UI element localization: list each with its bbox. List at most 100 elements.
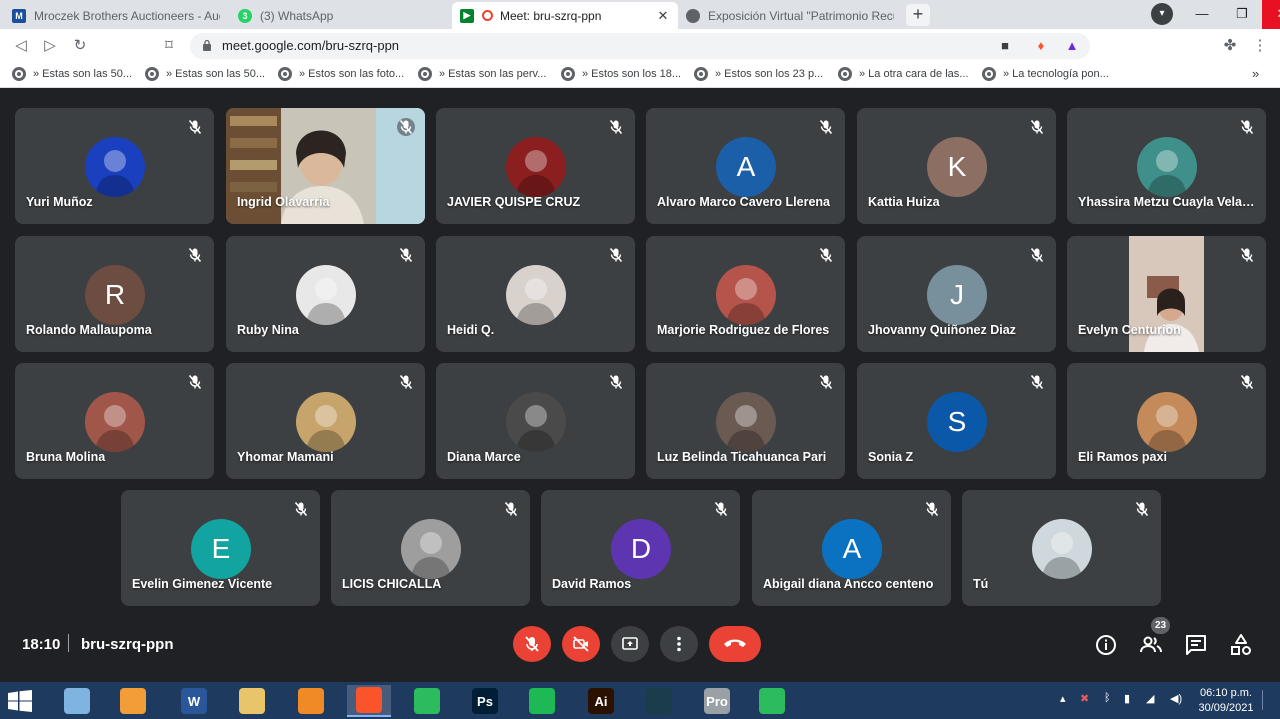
- chat-icon[interactable]: [1184, 633, 1208, 657]
- participant-tile[interactable]: Marjorie Rodriguez de Flores: [646, 236, 845, 352]
- bookmarks-bar: » Estas son las 50... » Estas son las 50…: [0, 62, 1280, 88]
- bookmark-item[interactable]: » La otra cara de las...: [838, 67, 968, 81]
- minimize-icon[interactable]: —: [1182, 0, 1222, 29]
- tab-exposicion[interactable]: Exposición Virtual "Patrimonio Recuperad…: [678, 2, 902, 29]
- present-screen-button[interactable]: [611, 626, 649, 662]
- tray-chevron-icon[interactable]: ▴: [1060, 692, 1066, 705]
- leave-call-button[interactable]: [709, 626, 761, 662]
- taskbar-app-ai[interactable]: Ai: [579, 685, 623, 717]
- url-text: meet.google.com/bru-szrq-ppn: [222, 38, 400, 53]
- taskbar-app-chat[interactable]: [405, 685, 449, 717]
- taskbar-app-filmora[interactable]: [637, 685, 681, 717]
- activities-icon[interactable]: [1229, 633, 1253, 657]
- taskbar-app-vlc[interactable]: [289, 685, 333, 717]
- reload-icon[interactable]: ↻: [69, 35, 91, 57]
- mic-muted-icon: [399, 374, 413, 390]
- address-bar[interactable]: meet.google.com/bru-szrq-ppn ■ ♦ ▲: [190, 33, 1090, 59]
- restore-icon[interactable]: ❐: [1222, 0, 1262, 29]
- participant-name: Diana Marce: [447, 450, 521, 464]
- brave-rewards-icon[interactable]: ▲: [1063, 37, 1081, 55]
- participant-tile[interactable]: Heidi Q.: [436, 236, 635, 352]
- volume-icon[interactable]: ◀): [1170, 692, 1182, 705]
- participant-tile[interactable]: A Abigail diana Ancco centeno: [752, 490, 951, 606]
- more-options-button[interactable]: [660, 626, 698, 662]
- participant-tile[interactable]: D David Ramos: [541, 490, 740, 606]
- tab-mroczek[interactable]: M Mroczek Brothers Auctioneers - Auction: [4, 2, 228, 29]
- more-bookmarks-icon[interactable]: »: [1252, 66, 1259, 81]
- avatar-initial: S: [947, 406, 967, 437]
- taskbar-app-media[interactable]: [111, 685, 155, 717]
- taskbar-time: 06:10 p.m.: [1200, 687, 1252, 699]
- participant-tile[interactable]: JAVIER QUISPE CRUZ: [436, 108, 635, 224]
- participant-tile[interactable]: Tú: [962, 490, 1161, 606]
- taskbar-clock[interactable]: 06:10 p.m. 30/09/2021: [1196, 686, 1256, 716]
- windows-start-icon[interactable]: [8, 690, 32, 712]
- participant-avatar: J: [927, 265, 987, 325]
- camera-in-use-icon[interactable]: ■: [996, 37, 1014, 55]
- bookmark-item[interactable]: » Estos son los 23 p...: [694, 67, 823, 81]
- tab-whatsapp[interactable]: 3 (3) WhatsApp: [230, 2, 452, 29]
- profile-photo: [306, 278, 346, 325]
- more-vertical-icon: [677, 636, 681, 652]
- toggle-camera-button[interactable]: [562, 626, 600, 662]
- participant-tile[interactable]: Ruby Nina: [226, 236, 425, 352]
- taskbar-app-spotify[interactable]: [520, 685, 564, 717]
- tab-meet[interactable]: ▶ Meet: bru-szrq-ppn ✕: [452, 2, 678, 29]
- bookmark-item[interactable]: » Estas son las 50...: [12, 67, 132, 81]
- meeting-details-icon[interactable]: [1094, 633, 1118, 657]
- bookmark-item[interactable]: » Estos son los 18...: [561, 67, 681, 81]
- close-tab-icon[interactable]: ✕: [656, 8, 670, 24]
- participant-tile[interactable]: Bruna Molina: [15, 363, 214, 479]
- participant-tile[interactable]: K Kattia Huiza: [857, 108, 1056, 224]
- taskbar-app-ps[interactable]: Ps: [463, 685, 507, 717]
- taskbar-app-chat2[interactable]: [750, 685, 794, 717]
- participant-tile[interactable]: Eli Ramos paxi: [1067, 363, 1266, 479]
- bookmark-item[interactable]: » Estas son las perv...: [418, 67, 546, 81]
- participant-tile[interactable]: LICIS CHICALLA: [331, 490, 530, 606]
- toggle-microphone-button[interactable]: [513, 626, 551, 662]
- tray-notification-icon[interactable]: ✖: [1080, 692, 1089, 705]
- taskbar-app-w[interactable]: W: [172, 685, 216, 717]
- participant-tile[interactable]: S Sonia Z: [857, 363, 1056, 479]
- taskbar-app-files[interactable]: [230, 685, 274, 717]
- forward-icon[interactable]: ▷: [39, 35, 61, 57]
- profile-menu-icon[interactable]: ▾: [1151, 3, 1173, 25]
- bookmark-item[interactable]: » Estos son las foto...: [278, 67, 404, 81]
- participant-tile[interactable]: Diana Marce: [436, 363, 635, 479]
- participant-tile[interactable]: J Jhovanny Quiñonez Diaz: [857, 236, 1056, 352]
- participant-tile[interactable]: Evelyn Centurion: [1067, 236, 1266, 352]
- menu-icon[interactable]: ⋮: [1249, 35, 1271, 57]
- participant-tile[interactable]: Yhassira Metzu Cuayla Velasquez: [1067, 108, 1266, 224]
- participant-name: Ingrid Olavarria: [237, 195, 330, 209]
- participant-tile[interactable]: Yuri Muñoz: [15, 108, 214, 224]
- mic-muted-icon: [1030, 247, 1044, 263]
- bluetooth-icon[interactable]: ᛒ: [1104, 692, 1111, 704]
- back-icon[interactable]: ◁: [10, 35, 32, 57]
- wifi-icon[interactable]: ◢: [1146, 692, 1154, 705]
- participant-tile[interactable]: Luz Belinda Ticahuanca Pari: [646, 363, 845, 479]
- brave-shields-icon[interactable]: ♦: [1032, 37, 1050, 55]
- window-controls: — ❐ ✕: [1182, 0, 1280, 29]
- taskbar-app-explorer[interactable]: [55, 685, 99, 717]
- close-window-icon[interactable]: ✕: [1262, 0, 1280, 29]
- bookmark-icon[interactable]: ⌑: [158, 35, 180, 57]
- bookmark-item[interactable]: » La tecnología pon...: [982, 67, 1109, 81]
- participant-avatar: [401, 519, 461, 579]
- participants-icon[interactable]: [1139, 633, 1163, 657]
- new-tab-button[interactable]: +: [906, 4, 930, 26]
- taskbar-app-brave[interactable]: [347, 685, 391, 717]
- bookmark-item[interactable]: » Estas son las 50...: [145, 67, 265, 81]
- participant-tile[interactable]: A Alvaro Marco Cavero Llerena: [646, 108, 845, 224]
- battery-icon[interactable]: ▮: [1124, 692, 1130, 705]
- present-icon: [622, 637, 638, 650]
- profile-photo: [1147, 150, 1187, 197]
- participant-tile[interactable]: Yhomar Mamani: [226, 363, 425, 479]
- taskbar-app-pro[interactable]: Pro: [695, 685, 739, 717]
- participant-tile[interactable]: Ingrid Olavarria: [226, 108, 425, 224]
- extensions-icon[interactable]: ✤: [1219, 35, 1241, 57]
- browser-toolbar: ◁ ▷ ↻ ⌑ meet.google.com/bru-szrq-ppn ■ ♦…: [0, 29, 1280, 62]
- participant-tile[interactable]: R Rolando Mallaupoma: [15, 236, 214, 352]
- participant-tile[interactable]: E Evelin Gimenez Vicente: [121, 490, 320, 606]
- show-desktop-button[interactable]: [1262, 690, 1274, 710]
- mic-muted-icon: [1135, 501, 1149, 517]
